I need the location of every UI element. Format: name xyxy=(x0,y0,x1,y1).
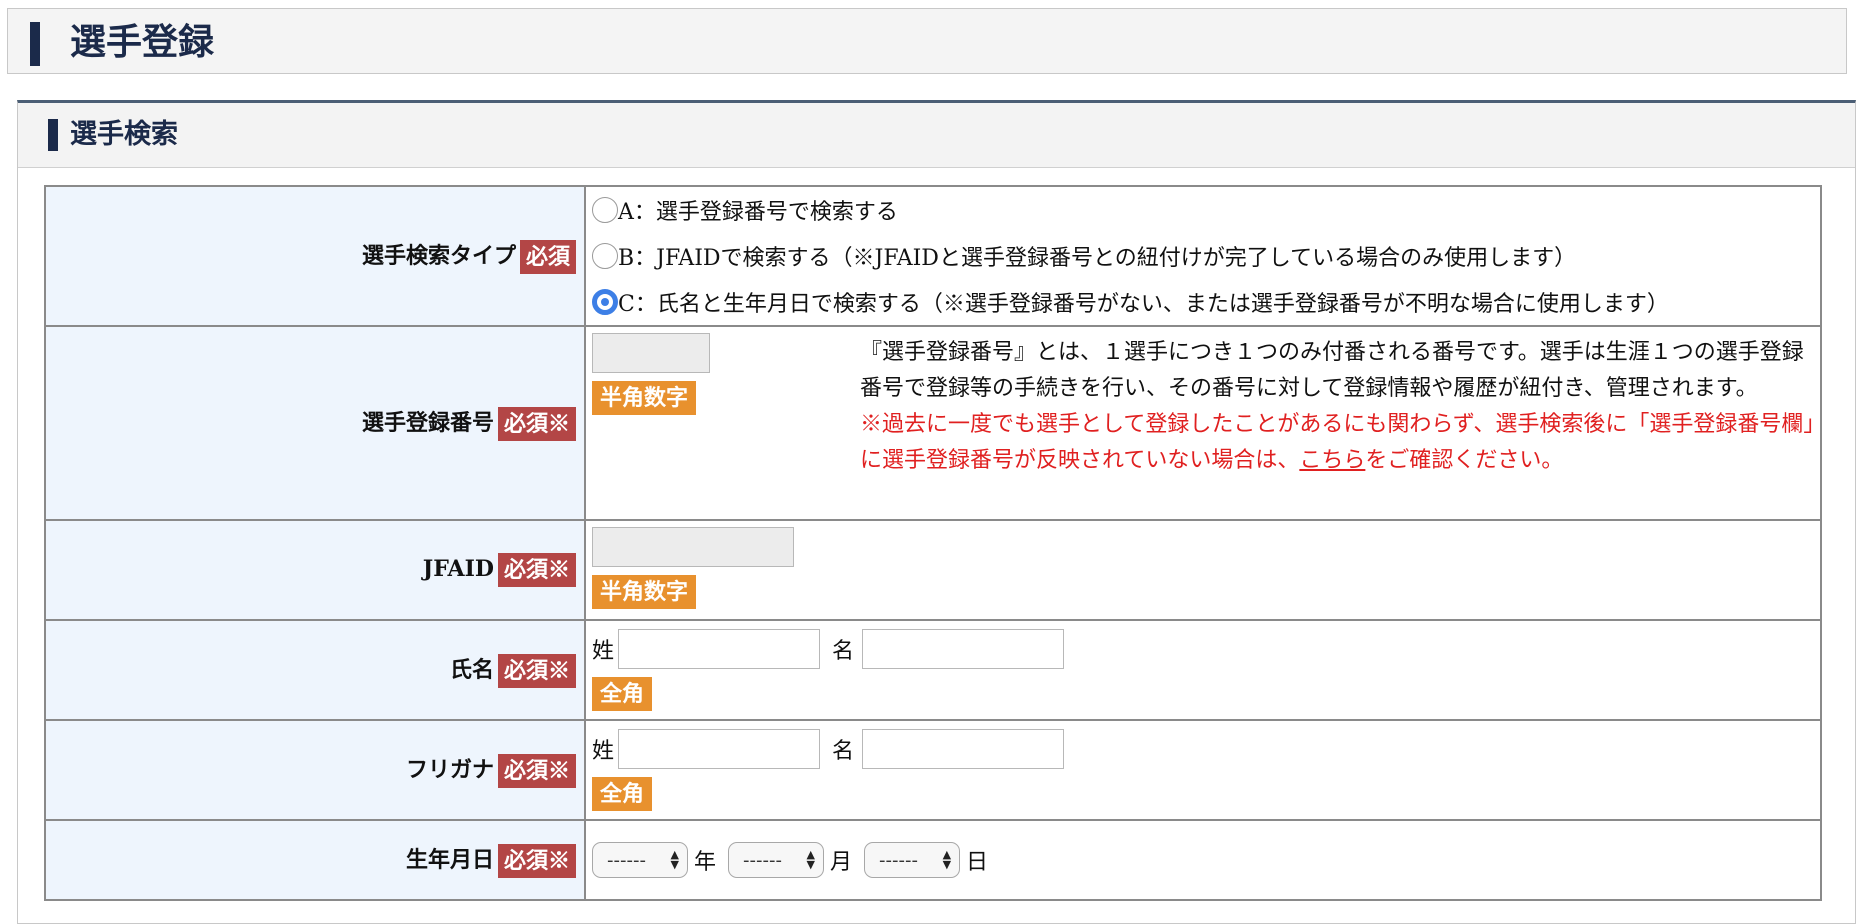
option-a[interactable]: A：選手登録番号で検索する xyxy=(586,187,1820,233)
section-title: 選手検索 xyxy=(70,119,178,150)
required-badge: 必須※ xyxy=(497,844,576,878)
field-label: 選手検索タイプ xyxy=(361,243,516,269)
surname-input[interactable] xyxy=(618,629,821,669)
value-cell: 姓 名 全角 xyxy=(584,619,1822,721)
label-cell: JFAID 必須※ xyxy=(44,519,586,621)
option-b[interactable]: B：JFAIDで検索する（※JFAIDと選手登録番号との紐付けが完了している場合… xyxy=(586,233,1820,279)
section-header: 選手検索 xyxy=(18,103,1855,168)
radio-button[interactable] xyxy=(592,197,618,223)
year-unit: 年 xyxy=(694,850,717,875)
given-name-kana-input[interactable] xyxy=(862,729,1065,769)
day-value: ------ xyxy=(879,849,919,871)
radio-button[interactable] xyxy=(592,243,618,269)
halfwidth-digits-tag: 半角数字 xyxy=(592,381,697,415)
page-header: 選手登録 xyxy=(7,8,1847,74)
month-select[interactable]: ------ ▲ ▼ xyxy=(728,842,825,878)
value-cell: A：選手登録番号で検索する B：JFAIDで検索する（※JFAIDと選手登録番号… xyxy=(584,185,1822,327)
warning-after: をご確認ください。 xyxy=(1365,448,1564,473)
row-furigana: フリガナ 必須※ 姓 名 全角 xyxy=(44,719,1822,821)
option-label[interactable]: C：氏名と生年月日で検索する（※選手登録番号がない、または選手登録番号が不明な場… xyxy=(618,286,1669,318)
surname-label: 姓 xyxy=(592,739,615,764)
input-block: 半角数字 xyxy=(586,327,860,479)
required-badge: 必須※ xyxy=(497,407,576,441)
given-name-label: 名 xyxy=(832,739,855,764)
given-name-label: 名 xyxy=(832,639,855,664)
label-cell: 氏名 必須※ xyxy=(44,619,586,721)
label-cell: 選手登録番号 必須※ xyxy=(44,325,586,521)
value-cell: 半角数字 『選手登録番号』とは、１選手につき１つのみ付番される番号です。選手は生… xyxy=(584,325,1822,521)
required-badge: 必須 xyxy=(519,240,576,274)
required-badge: 必須※ xyxy=(497,553,576,587)
year-value: ------ xyxy=(607,849,646,871)
surname-kana-input[interactable] xyxy=(618,729,821,769)
given-name-input[interactable] xyxy=(862,629,1065,669)
value-cell: 姓 名 全角 xyxy=(584,719,1822,821)
field-label: 選手登録番号 xyxy=(361,410,494,436)
select-arrows-icon: ▲ ▼ xyxy=(942,848,952,871)
section-accent-bar xyxy=(48,119,58,151)
field-label: JFAID xyxy=(422,556,494,582)
player-search-section: 選手検索 選手検索タイプ 必須 A：選手登録番号で検索する B：JFAIDで検索す… xyxy=(17,100,1856,924)
row-search-type: 選手検索タイプ 必須 A：選手登録番号で検索する B：JFAIDで検索する（※JF… xyxy=(44,185,1822,327)
note-text: 『選手登録番号』とは、１選手につき１つのみ付番される番号です。選手は生涯１つの選… xyxy=(860,340,1804,401)
select-arrows-icon: ▲ ▼ xyxy=(670,848,679,871)
field-label: 生年月日 xyxy=(405,847,494,873)
search-form-table: 選手検索タイプ 必須 A：選手登録番号で検索する B：JFAIDで検索する（※JF… xyxy=(44,185,1822,901)
required-badge: 必須※ xyxy=(497,754,576,788)
month-unit: 月 xyxy=(830,850,853,875)
day-unit: 日 xyxy=(966,850,989,875)
page-title: 選手登録 xyxy=(70,21,215,63)
row-name: 氏名 必須※ 姓 名 全角 xyxy=(44,619,1822,721)
registration-note: 『選手登録番号』とは、１選手につき１つのみ付番される番号です。選手は生涯１つの選… xyxy=(860,327,1820,479)
row-birthdate: 生年月日 必須※ ------ ▲ ▼ 年 ------ ▲ ▼ 月 ------ xyxy=(44,819,1822,901)
label-cell: 選手検索タイプ 必須 xyxy=(44,185,586,327)
year-select[interactable]: ------ ▲ ▼ xyxy=(592,842,688,878)
option-c[interactable]: C：氏名と生年月日で検索する（※選手登録番号がない、または選手登録番号が不明な場… xyxy=(586,279,1820,325)
fullwidth-tag: 全角 xyxy=(592,777,653,811)
warning-text: ※過去に一度でも選手として登録したことがあるにも関わらず、選手検索後に「選手登録… xyxy=(860,407,1820,479)
day-select[interactable]: ------ ▲ ▼ xyxy=(864,842,961,878)
here-link[interactable]: こちら xyxy=(1299,448,1365,473)
option-label[interactable]: A：選手登録番号で検索する xyxy=(618,194,898,226)
radio-button-selected[interactable] xyxy=(592,289,618,315)
month-value: ------ xyxy=(743,849,782,871)
select-arrows-icon: ▲ ▼ xyxy=(806,848,816,871)
surname-label: 姓 xyxy=(592,639,615,664)
halfwidth-digits-tag: 半角数字 xyxy=(592,575,697,609)
jfaid-input[interactable] xyxy=(592,527,794,567)
option-label[interactable]: B：JFAIDで検索する（※JFAIDと選手登録番号との紐付けが完了している場合… xyxy=(618,240,1576,272)
field-label: 氏名 xyxy=(449,657,494,683)
title-accent-bar xyxy=(30,22,40,66)
label-cell: フリガナ 必須※ xyxy=(44,719,586,821)
field-label: フリガナ xyxy=(405,757,494,783)
row-registration-number: 選手登録番号 必須※ 半角数字 『選手登録番号』とは、１選手につき１つのみ付番され… xyxy=(44,325,1822,521)
registration-number-input[interactable] xyxy=(592,333,710,373)
value-cell: ------ ▲ ▼ 年 ------ ▲ ▼ 月 ------ ▲ ▼ 日 xyxy=(584,819,1822,901)
row-jfaid: JFAID 必須※ 半角数字 xyxy=(44,519,1822,621)
required-badge: 必須※ xyxy=(497,654,576,688)
label-cell: 生年月日 必須※ xyxy=(44,819,586,901)
value-cell: 半角数字 xyxy=(584,519,1822,621)
fullwidth-tag: 全角 xyxy=(592,677,653,711)
